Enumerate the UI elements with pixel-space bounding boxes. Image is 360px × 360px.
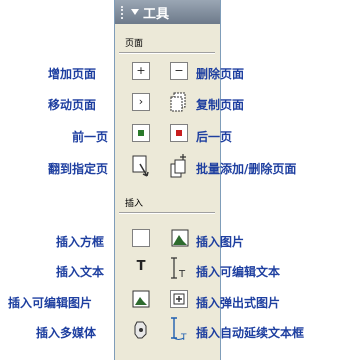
add-page-button[interactable]: + — [132, 62, 150, 80]
goto-page-icon — [132, 155, 149, 177]
media-icon — [134, 321, 147, 339]
editable-image-icon — [132, 290, 150, 308]
drag-grip-icon[interactable] — [121, 6, 127, 19]
section-label-page: 页面 — [125, 39, 144, 49]
move-page-button[interactable]: › — [132, 93, 150, 111]
goto-page-button[interactable] — [131, 154, 149, 177]
label-delete-page: 删除页面 — [196, 67, 245, 81]
copy-page-icon — [170, 92, 186, 112]
prev-page-button[interactable] — [132, 124, 150, 142]
batch-pages-icon — [170, 154, 186, 178]
insert-box-button[interactable] — [132, 229, 150, 247]
insert-autoflow-text-button[interactable]: T — [170, 315, 188, 343]
insert-image-button[interactable] — [171, 229, 189, 247]
panel-titlebar[interactable]: 工具 — [115, 0, 220, 24]
delete-page-button[interactable]: − — [170, 62, 188, 80]
label-insert-media: 插入多媒体 — [36, 326, 97, 340]
next-page-button[interactable] — [170, 124, 188, 142]
label-insert-editable-image: 插入可编辑图片 — [8, 296, 93, 310]
insert-editable-image-button[interactable] — [132, 290, 150, 308]
svg-text:T: T — [180, 333, 187, 343]
label-insert-text: 插入文本 — [56, 265, 105, 279]
insert-editable-text-button[interactable]: T — [170, 256, 188, 280]
label-add-page: 增加页面 — [48, 67, 97, 81]
editable-text-icon: T — [171, 257, 186, 280]
label-copy-page: 复制页面 — [196, 98, 245, 112]
insert-popup-image-button[interactable] — [170, 290, 188, 308]
panel-title: 工具 — [143, 7, 170, 22]
label-move-page: 移动页面 — [48, 98, 97, 112]
prev-page-icon — [138, 130, 144, 136]
popup-image-icon — [173, 293, 185, 305]
label-insert-editable-text: 插入可编辑文本 — [196, 265, 281, 279]
next-page-icon — [176, 130, 182, 136]
section-divider — [119, 212, 215, 214]
label-insert-image: 插入图片 — [196, 235, 245, 249]
svg-text:T: T — [178, 269, 186, 280]
insert-text-button[interactable]: T — [132, 259, 150, 277]
label-insert-box: 插入方框 — [56, 235, 105, 249]
collapse-triangle-icon[interactable] — [131, 9, 139, 15]
label-insert-autoflow-text: 插入自动延续文本框 — [196, 326, 305, 340]
batch-pages-button[interactable] — [169, 152, 187, 178]
insert-media-button[interactable] — [132, 320, 150, 339]
section-divider — [119, 52, 215, 54]
section-label-insert: 插入 — [125, 199, 144, 209]
image-icon — [171, 229, 189, 247]
label-goto-page: 翻到指定页 — [48, 162, 109, 176]
label-batch-pages: 批量添加/删除页面 — [196, 162, 297, 176]
label-insert-popup-image: 插入弹出式图片 — [196, 296, 281, 310]
label-prev-page: 前一页 — [72, 130, 109, 144]
autoflow-text-icon: T — [171, 317, 187, 343]
label-next-page: 后一页 — [196, 130, 233, 144]
copy-page-button[interactable] — [170, 92, 188, 112]
